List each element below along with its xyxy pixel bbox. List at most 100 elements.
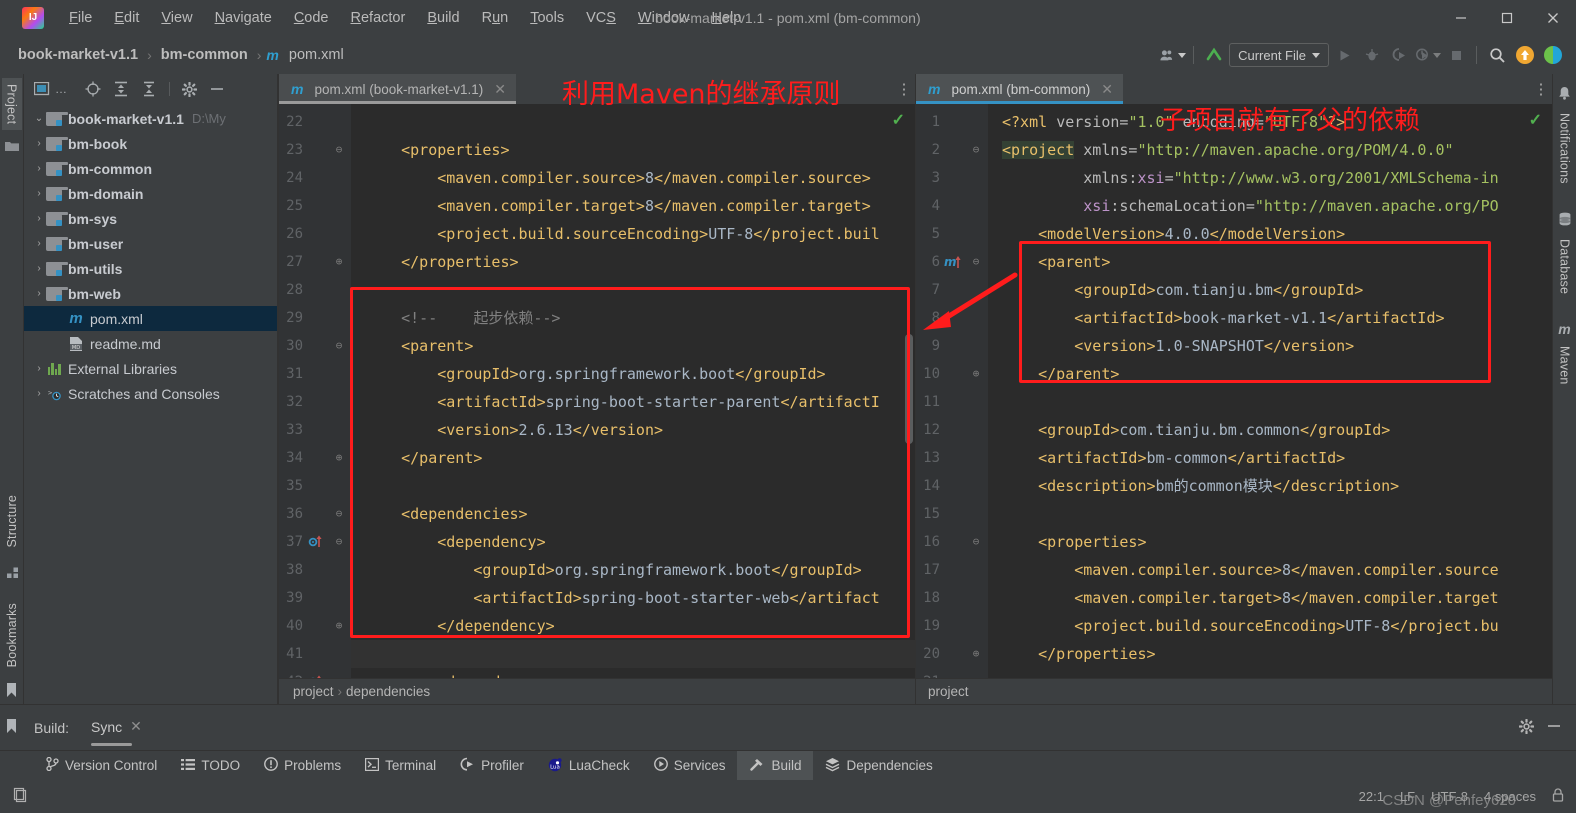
profile-icon[interactable] — [1415, 42, 1441, 68]
code-text-right[interactable]: <?xml version="1.0" encoding="UTF-8"?> <p… — [988, 104, 1552, 678]
tool-window-button-dependencies[interactable]: Dependencies — [813, 751, 944, 780]
maximize-button[interactable] — [1484, 0, 1530, 36]
gutter-line[interactable]: 8 — [916, 304, 988, 332]
tool-window-button-todo[interactable]: TODO — [169, 751, 252, 780]
gutter-line[interactable]: 4 — [916, 192, 988, 220]
tree-item-bm-common[interactable]: › bm-common — [24, 156, 277, 181]
breadcrumb-left-0[interactable]: project — [293, 684, 334, 699]
gutter-line[interactable]: 39 — [279, 584, 351, 612]
menu-item-window[interactable]: Window — [627, 6, 701, 30]
sidebar-item-bookmarks[interactable]: Bookmarks — [2, 597, 22, 673]
code-line[interactable]: <artifactId>spring-boot-starter-web</art… — [351, 584, 915, 612]
code-line[interactable] — [988, 388, 1552, 416]
code-fold-toggle[interactable]: ⊖ — [331, 668, 347, 678]
gutter-line[interactable]: 15 — [916, 500, 988, 528]
menu-bar[interactable]: File Edit View Navigate Code Refactor Build Run… — [58, 6, 752, 30]
code-line[interactable]: <maven.compiler.source>8</maven.compiler… — [988, 556, 1552, 584]
code-text-left[interactable]: <properties> <maven.compiler.source>8</m… — [351, 104, 915, 678]
gutter-line[interactable]: 16 ⊖ — [916, 528, 988, 556]
tree-expand-arrow[interactable]: › — [32, 163, 46, 174]
gutter-line[interactable]: 26 — [279, 220, 351, 248]
code-line[interactable]: <maven.compiler.target>8</maven.compiler… — [351, 192, 915, 220]
code-line[interactable]: </properties> — [988, 640, 1552, 668]
tree-expand-arrow[interactable]: › — [32, 138, 46, 149]
tree-item-bm-user[interactable]: › bm-user — [24, 231, 277, 256]
code-fold-toggle[interactable]: ⊕ — [331, 444, 347, 472]
code-line[interactable]: <version>2.6.13</version> — [351, 416, 915, 444]
caret-position[interactable]: 22:1 — [1359, 789, 1384, 804]
tree-expand-arrow[interactable]: ⌄ — [32, 113, 46, 124]
code-line[interactable]: <properties> — [351, 136, 915, 164]
code-line[interactable]: <groupId>com.tianju.bm.common</groupId> — [988, 416, 1552, 444]
menu-item-navigate[interactable]: Navigate — [204, 6, 283, 30]
tool-window-button-services[interactable]: Services — [642, 751, 738, 780]
gutter-line[interactable]: 10 ⊕ — [916, 360, 988, 388]
sidebar-item-structure[interactable]: Structure — [2, 489, 22, 554]
code-line[interactable]: </parent> — [988, 360, 1552, 388]
tree-item-bm-sys[interactable]: › bm-sys — [24, 206, 277, 231]
run-configuration-selector[interactable]: Current File — [1229, 43, 1329, 67]
breadcrumb-left-1[interactable]: dependencies — [346, 684, 430, 699]
tree-item-bm-book[interactable]: › bm-book — [24, 131, 277, 156]
gutter-line[interactable]: 35 — [279, 472, 351, 500]
collapse-all-icon[interactable] — [141, 81, 157, 97]
code-line[interactable] — [351, 276, 915, 304]
tab-pom-bm-common[interactable]: m pom.xml (bm-common) ✕ — [916, 74, 1123, 104]
editor-scrollbar-left[interactable] — [905, 334, 913, 444]
update-project-icon[interactable] — [1201, 42, 1227, 68]
editor-layout-icon[interactable] — [12, 787, 28, 806]
ide-updates-icon[interactable] — [1512, 42, 1538, 68]
gutter-line[interactable]: 31 — [279, 360, 351, 388]
code-line[interactable] — [351, 640, 915, 668]
code-line[interactable]: <modelVersion>4.0.0</modelVersion> — [988, 220, 1552, 248]
code-line[interactable]: <?xml version="1.0" encoding="UTF-8"?> — [988, 108, 1552, 136]
menu-item-view[interactable]: View — [150, 6, 203, 30]
code-fold-toggle[interactable]: ⊖ — [331, 332, 347, 360]
sidebar-item-database[interactable]: Database — [1555, 233, 1575, 300]
tree-expand-arrow[interactable]: › — [32, 388, 46, 399]
menu-item-file[interactable]: File — [58, 6, 103, 30]
stop-icon[interactable] — [1443, 42, 1469, 68]
profiles-icon[interactable] — [1160, 42, 1187, 68]
menu-item-tools[interactable]: Tools — [519, 6, 575, 30]
menu-item-edit[interactable]: Edit — [103, 6, 150, 30]
sidebar-item-notifications[interactable]: Notifications — [1555, 107, 1575, 190]
project-view-selector-icon[interactable]: … — [34, 81, 67, 97]
close-icon[interactable]: ✕ — [130, 718, 142, 735]
code-fold-toggle[interactable]: ⊖ — [331, 528, 347, 556]
gutter-line[interactable]: 29 — [279, 304, 351, 332]
code-line[interactable]: <properties> — [988, 528, 1552, 556]
code-fold-toggle[interactable]: ⊕ — [968, 360, 984, 388]
settings-gear-icon[interactable] — [182, 81, 197, 97]
gutter-right[interactable]: 12⊖3456m⊖78910⊕111213141516⊖17181920⊕21 — [916, 104, 988, 678]
code-line[interactable] — [351, 108, 915, 136]
code-line[interactable]: </dependency> — [351, 612, 915, 640]
sidebar-item-maven[interactable]: Maven — [1555, 340, 1575, 391]
code-line[interactable]: <dependencies> — [351, 500, 915, 528]
code-line[interactable] — [351, 472, 915, 500]
code-fold-toggle[interactable]: ⊕ — [968, 640, 984, 668]
tree-expand-arrow[interactable]: › — [32, 363, 46, 374]
tool-window-button-problems[interactable]: Problems — [252, 751, 353, 780]
gutter-line[interactable]: 2 ⊖ — [916, 136, 988, 164]
tool-window-button-build[interactable]: Build — [737, 751, 814, 780]
expand-all-icon[interactable] — [113, 81, 129, 97]
settings-gear-icon[interactable] — [1518, 718, 1535, 737]
code-fold-toggle[interactable]: ⊖ — [968, 248, 984, 276]
code-line[interactable]: </properties> — [351, 248, 915, 276]
gutter-line[interactable]: 37 ⊖ — [279, 528, 351, 556]
tool-window-button-version-control[interactable]: Version Control — [34, 751, 169, 780]
code-line[interactable]: <parent> — [988, 248, 1552, 276]
tree-item-pom-xml[interactable]: m pom.xml — [24, 306, 277, 331]
gutter-line[interactable]: 6 m ⊖ — [916, 248, 988, 276]
code-line[interactable]: <project.build.sourceEncoding>UTF-8</pro… — [988, 612, 1552, 640]
gutter-line[interactable]: 38 — [279, 556, 351, 584]
tree-item-scratches-and-consoles[interactable]: › >_ Scratches and Consoles — [24, 381, 277, 406]
menu-item-refactor[interactable]: Refactor — [340, 6, 417, 30]
gutter-line[interactable]: 42 ⊖ — [279, 668, 351, 678]
gutter-left[interactable]: 22 23 ⊖ 24 25 26 27 ⊕ 28 29 30 ⊖ 31 32 33 34 ⊕ 35 36 ⊖ 37 ⊖ 38… — [279, 104, 351, 678]
run-with-coverage-icon[interactable] — [1387, 42, 1413, 68]
breadcrumb-project[interactable]: book-market-v1.1 — [14, 45, 142, 65]
gutter-line[interactable]: 22 — [279, 108, 351, 136]
gutter-line[interactable]: 17 — [916, 556, 988, 584]
